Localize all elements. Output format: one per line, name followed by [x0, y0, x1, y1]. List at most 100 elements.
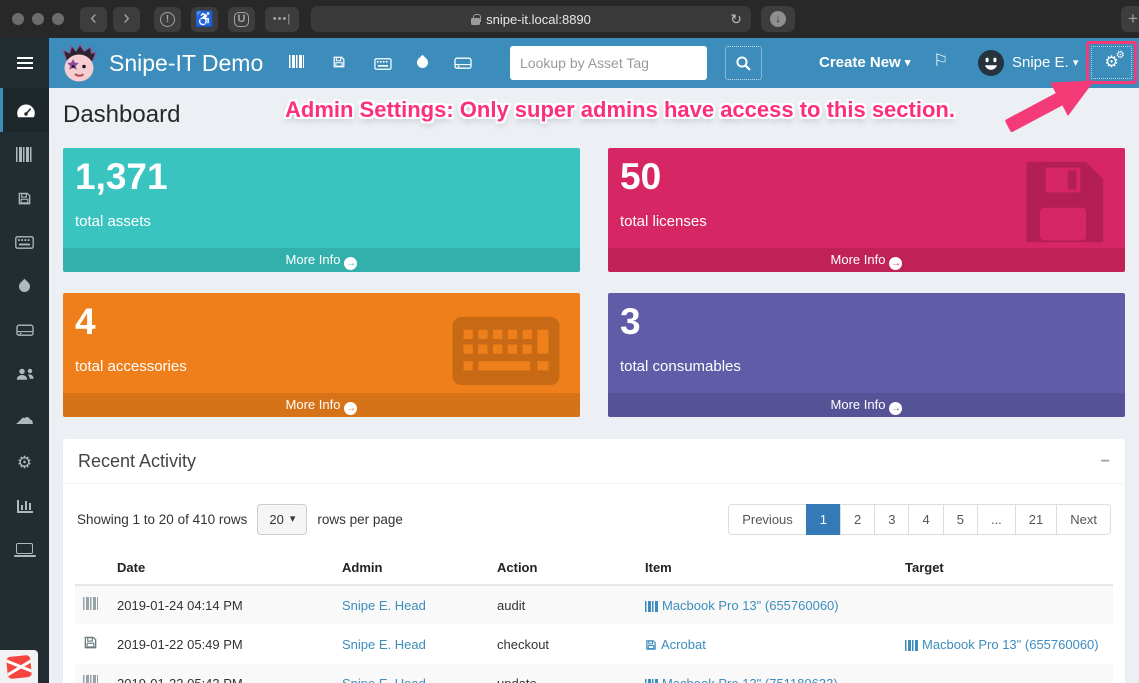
more-tools-button[interactable]: •••| — [265, 6, 299, 32]
cell-target — [897, 585, 1113, 624]
column-header-admin[interactable]: Admin — [334, 551, 489, 586]
stat-box-total-assets: 1,371 total assets More Info → — [63, 148, 580, 272]
stat-label: total accessories — [75, 357, 187, 375]
pagination-page-2[interactable]: 2 — [840, 504, 876, 535]
sidebar-item-import[interactable]: ☁ — [0, 396, 49, 440]
close-window-button[interactable] — [12, 13, 24, 25]
panel-title: Recent Activity — [78, 451, 197, 471]
downloads-button[interactable]: ↓ — [761, 6, 795, 32]
app-title[interactable]: Snipe-IT Demo — [109, 38, 263, 88]
ublock-button[interactable]: U — [228, 6, 255, 32]
sidebar-toggle-button[interactable] — [0, 38, 49, 88]
barcode-icon — [289, 55, 304, 68]
sidebar-item-consumables[interactable] — [0, 264, 49, 308]
stat-box-total-licenses: 50 total licenses More Info → — [608, 148, 1125, 272]
top-navbar: Snipe-IT Demo Create New ▾ ⚐ — [49, 38, 1139, 88]
sidebar-item-assets[interactable] — [0, 132, 49, 176]
asset-tag-search-input[interactable] — [510, 46, 707, 80]
sidebar-item-dashboard[interactable] — [0, 88, 49, 132]
table-row: 2019-01-24 04:14 PM Snipe E. Head audit … — [75, 585, 1113, 624]
sidebar-item-reports[interactable] — [0, 484, 49, 528]
target-link[interactable]: Macbook Pro 13" (655760060) — [905, 637, 1099, 652]
column-header-target[interactable]: Target — [897, 551, 1113, 586]
nav-assets-link[interactable] — [289, 55, 304, 73]
stat-label: total licenses — [620, 212, 707, 230]
column-header-action[interactable]: Action — [489, 551, 637, 586]
admin-link[interactable]: Snipe E. Head — [342, 676, 426, 683]
rows-per-page-label: rows per page — [317, 512, 403, 527]
main-content: Dashboard 1,371 total assets More Info → … — [49, 88, 1139, 683]
debugbar-toggle[interactable] — [0, 650, 38, 683]
barcode-icon — [83, 597, 98, 610]
more-info-link[interactable]: More Info → — [608, 248, 1125, 272]
cloud-download-icon: ☁ — [15, 407, 34, 429]
sidebar-item-accessories[interactable] — [0, 220, 49, 264]
pagination-ellipsis[interactable]: ... — [976, 504, 1016, 535]
create-new-dropdown[interactable]: Create New ▾ — [819, 38, 910, 89]
tachometer-icon — [17, 104, 35, 117]
admin-link[interactable]: Snipe E. Head — [342, 598, 426, 613]
screenshot-root: ‹ › ! ♿ U •••| snipe-it.local:8890 ↻ ↓ + — [0, 0, 1139, 683]
cell-action: update — [497, 675, 537, 683]
floppy-icon — [645, 639, 657, 651]
app-window: ☁ ⚙ Snipe-IT Demo Lookup by Asset Tag Cr… — [0, 38, 1139, 683]
window-controls[interactable] — [12, 13, 64, 25]
address-bar[interactable]: snipe-it.local:8890 ↻ — [311, 6, 751, 32]
cell-date: 2019-01-22 05:43 PM — [117, 675, 243, 683]
keyboard-icon — [374, 58, 392, 70]
nav-licenses-link[interactable] — [332, 55, 346, 74]
flag-icon[interactable]: ⚐ — [933, 51, 948, 71]
recent-activity-panel: Recent Activity − Showing 1 to 20 of 410… — [63, 439, 1125, 683]
droplet-icon — [414, 54, 431, 71]
sidebar-item-requestable[interactable] — [0, 528, 49, 572]
pagination-page-1[interactable]: 1 — [805, 504, 842, 535]
search-button[interactable] — [725, 46, 762, 80]
more-info-link[interactable]: More Info → — [63, 393, 580, 417]
nav-components-link[interactable] — [454, 56, 472, 75]
sidebar-item-settings[interactable]: ⚙ — [0, 440, 49, 484]
keyboard-icon — [15, 235, 34, 249]
sidebar-item-people[interactable] — [0, 352, 49, 396]
pagination-page-5[interactable]: 5 — [942, 504, 978, 535]
pagination-page-4[interactable]: 4 — [908, 504, 944, 535]
snipeit-logo[interactable] — [59, 43, 99, 83]
pagination-page-3[interactable]: 3 — [874, 504, 910, 535]
bar-chart-icon — [16, 499, 33, 513]
more-info-link[interactable]: More Info → — [63, 248, 580, 272]
back-button[interactable]: ‹ — [80, 6, 107, 32]
reload-icon[interactable]: ↻ — [730, 11, 742, 28]
stat-value: 4 — [75, 301, 96, 342]
column-header-item[interactable]: Item — [637, 551, 897, 586]
admin-link[interactable]: Snipe E. Head — [342, 637, 426, 652]
item-link[interactable]: Acrobat — [645, 637, 706, 652]
collapse-panel-button[interactable]: − — [1101, 453, 1110, 471]
barcode-icon — [83, 675, 98, 683]
sidebar-item-components[interactable] — [0, 308, 49, 352]
drive-icon — [15, 324, 34, 336]
stat-label: total consumables — [620, 357, 741, 375]
stat-value: 1,371 — [75, 156, 168, 197]
zoom-window-button[interactable] — [52, 13, 64, 25]
item-link[interactable]: Macbook Pro 13" (751180633) — [645, 676, 838, 683]
forward-button[interactable]: › — [113, 6, 140, 32]
showing-rows-text: Showing 1 to 20 of 410 rows — [77, 512, 248, 527]
column-header-icon[interactable] — [75, 551, 109, 586]
nav-accessories-link[interactable] — [374, 57, 392, 75]
stat-label: total assets — [75, 212, 151, 230]
nav-consumables-link[interactable] — [414, 54, 431, 73]
more-info-link[interactable]: More Info → — [608, 393, 1125, 417]
lock-icon — [471, 13, 481, 25]
info-extension-button[interactable]: ! — [154, 6, 181, 32]
cell-action: audit — [497, 597, 526, 613]
minimize-window-button[interactable] — [32, 13, 44, 25]
pagination-previous[interactable]: Previous — [728, 504, 807, 535]
pagination-page-21[interactable]: 21 — [1014, 504, 1058, 535]
gears-icon: ⚙ ⚙ — [1104, 49, 1125, 71]
page-size-dropdown[interactable]: 20 ▾ — [257, 504, 308, 535]
accessibility-button[interactable]: ♿ — [191, 6, 218, 32]
item-link[interactable]: Macbook Pro 13" (655760060) — [645, 598, 839, 613]
column-header-date[interactable]: Date — [109, 551, 334, 586]
pagination-next[interactable]: Next — [1056, 504, 1111, 535]
sidebar-item-licenses[interactable] — [0, 176, 49, 220]
new-tab-button[interactable]: + — [1121, 6, 1139, 32]
